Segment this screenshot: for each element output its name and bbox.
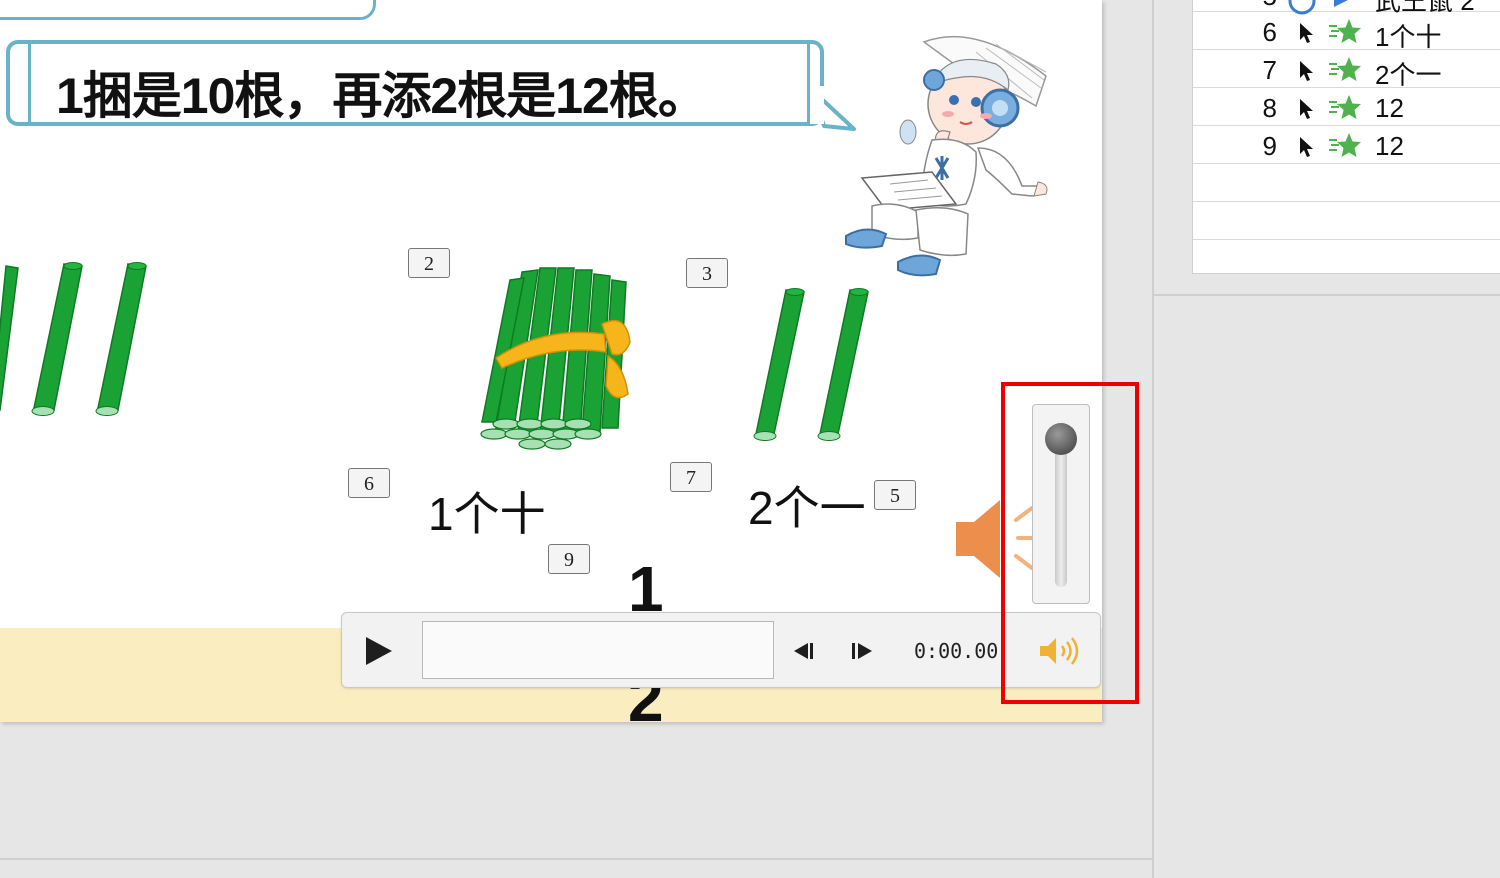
speech-text[interactable]: 1捆是10根，再添2根是12根。 xyxy=(56,56,708,128)
animation-pane: 5 武王鼠 2 6 1个十 7 2个一 8 12 xyxy=(1152,0,1500,878)
empty-row xyxy=(1193,202,1500,240)
play-effect-icon xyxy=(1334,0,1348,7)
editor-canvas: 1捆是10根，再添2根是12根。 2 3 6 7 5 9 1个十 2个一 1 2… xyxy=(0,0,1152,878)
animation-row[interactable]: 7 2个一 xyxy=(1193,50,1500,90)
animation-row-number: 9 xyxy=(1262,131,1277,161)
label-two-ones[interactable]: 2个一 xyxy=(748,472,866,538)
stick-bundle-ten-image xyxy=(480,267,631,450)
star-effect-icon xyxy=(1329,19,1361,43)
horizontal-divider xyxy=(0,858,1152,860)
animation-row-number: 6 xyxy=(1262,17,1277,47)
cursor-icon xyxy=(1300,61,1313,81)
animation-row-number: 7 xyxy=(1262,55,1277,85)
star-effect-icon xyxy=(1329,95,1361,119)
animation-tag[interactable]: 2 xyxy=(408,248,450,278)
star-effect-icon xyxy=(1329,133,1361,157)
animation-row-label: 2个一 xyxy=(1375,60,1442,90)
pane-divider xyxy=(1154,294,1500,296)
time-readout: 0:00.00 xyxy=(914,639,999,663)
animation-row-label: 12 xyxy=(1375,93,1404,123)
cursor-icon xyxy=(1300,99,1313,119)
animation-tag[interactable]: 5 xyxy=(874,480,916,510)
animation-row-partial[interactable]: 5 武王鼠 2 xyxy=(1193,0,1500,16)
animation-row-label: 1个十 xyxy=(1375,22,1442,52)
green-sticks-two-image xyxy=(753,288,869,441)
seek-bar[interactable] xyxy=(422,621,774,679)
animation-row-label: 12 xyxy=(1375,131,1404,161)
slide[interactable]: 1捆是10根，再添2根是12根。 2 3 6 7 5 9 1个十 2个一 1 2… xyxy=(0,0,1102,722)
green-sticks-left-image xyxy=(0,262,147,416)
animation-tag[interactable]: 9 xyxy=(548,544,590,574)
animation-row[interactable]: 9 12 xyxy=(1193,126,1500,164)
animation-row[interactable]: 8 12 xyxy=(1193,88,1500,126)
star-effect-icon xyxy=(1329,57,1361,81)
animation-list: 5 武王鼠 2 6 1个十 7 2个一 8 12 xyxy=(1192,0,1500,274)
media-control-bar: 0:00.00 xyxy=(341,612,1101,688)
animation-row-number: 8 xyxy=(1262,93,1277,123)
volume-button[interactable] xyxy=(1038,635,1082,667)
volume-slider-popup xyxy=(1032,404,1090,604)
animation-row[interactable]: 6 1个十 xyxy=(1193,12,1500,52)
play-button[interactable] xyxy=(360,633,396,669)
animation-row-number: 5 xyxy=(1247,0,1277,12)
animation-tag[interactable]: 7 xyxy=(670,462,712,492)
step-forward-button[interactable] xyxy=(848,637,876,665)
previous-speech-bubble xyxy=(0,0,376,20)
label-one-ten[interactable]: 1个十 xyxy=(428,478,546,544)
animation-tag[interactable]: 3 xyxy=(686,258,728,288)
volume-slider-knob[interactable] xyxy=(1045,423,1077,455)
speaker-icon[interactable] xyxy=(952,494,1036,584)
step-back-button[interactable] xyxy=(790,637,818,665)
astronaut-character-image xyxy=(845,35,1048,277)
animation-tag[interactable]: 6 xyxy=(348,468,390,498)
cursor-icon xyxy=(1300,23,1313,43)
cursor-icon xyxy=(1300,137,1313,157)
empty-row xyxy=(1193,164,1500,202)
